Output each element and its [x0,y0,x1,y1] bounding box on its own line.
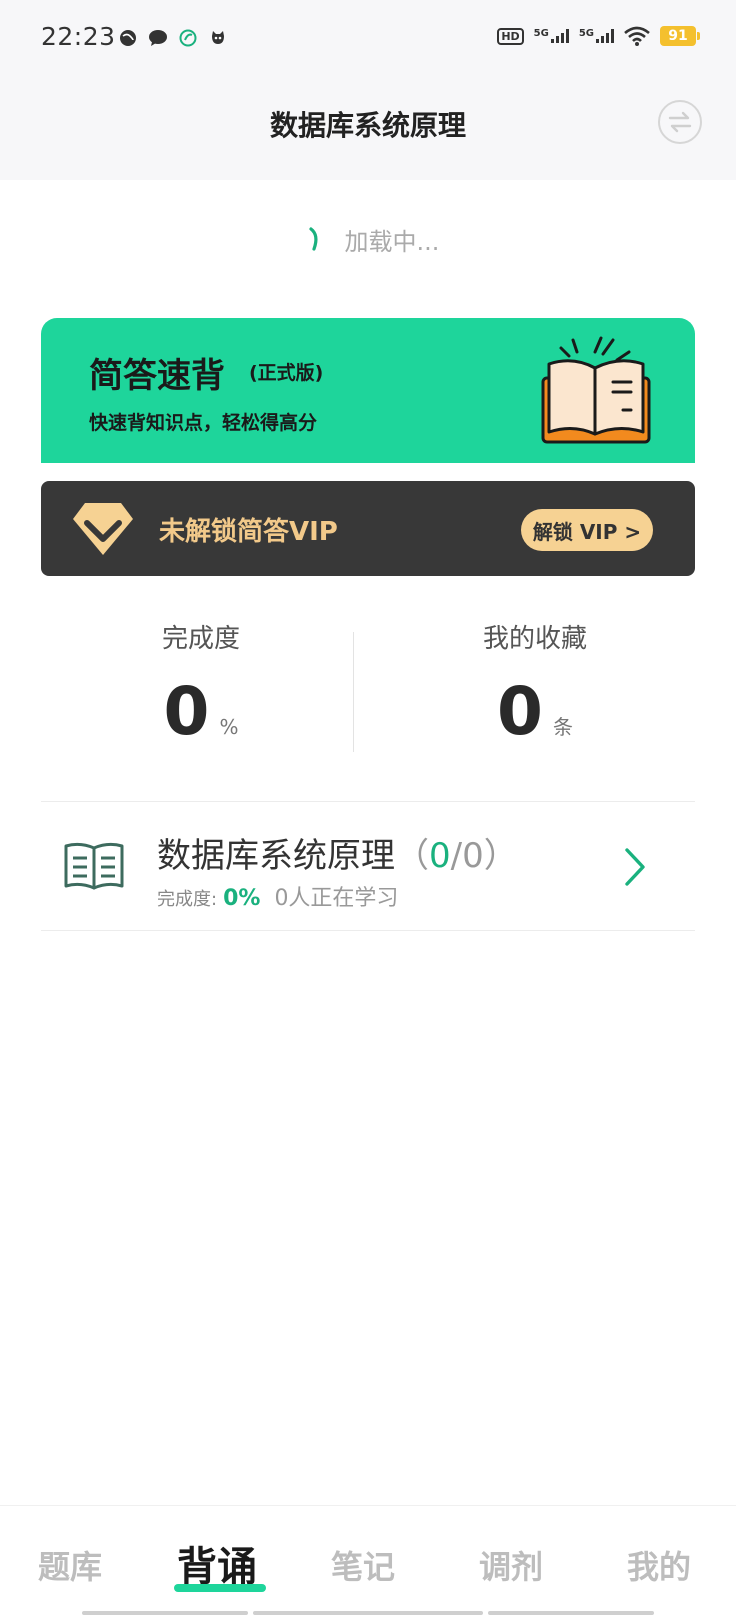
globe-icon [118,28,138,48]
favorites-unit: 条 [552,715,573,739]
signal-bars-icon [550,29,569,43]
promo-subtitle: 快速背知识点，轻松得高分 [89,412,318,434]
chat-icon [148,28,168,48]
promo-badge: (正式版) [249,362,324,384]
switch-subject-button[interactable] [658,100,702,144]
loading-text: 加载中... [344,228,440,256]
course-count-done: 0 [429,836,451,876]
home-indicator [82,1611,248,1615]
stats-divider [353,632,354,752]
open-book-icon [541,336,651,444]
tab-adjustment[interactable]: 调剂 [479,1542,543,1588]
favorites-stat[interactable]: 我的收藏 0 条 [375,618,695,745]
cat-icon [208,28,228,48]
vip-status-text: 未解锁简答VIP [159,517,338,547]
signal-2: 5G [579,29,614,43]
course-count: （0/0） [395,836,518,876]
spinner-icon [308,226,318,251]
unlock-vip-button[interactable]: 解锁 VIP > [521,509,653,551]
completion-label: 完成度 [161,624,240,654]
swap-icon [668,111,692,133]
home-indicator [488,1611,654,1615]
loading-indicator: 加载中... [0,222,736,257]
course-name: 数据库系统原理 [157,836,395,876]
tab-notes[interactable]: 笔记 [331,1542,395,1588]
progress-value: 0% [223,886,261,911]
diamond-icon [73,503,133,555]
course-title: 数据库系统原理（0/0） [157,828,518,877]
leaf-icon [178,28,198,48]
course-list-item[interactable]: 数据库系统原理（0/0） 完成度: 0% 0人正在学习 [41,802,695,930]
completion-unit: % [219,715,239,739]
page-title: 数据库系统原理 [269,109,466,142]
active-tab-indicator [174,1584,266,1592]
quick-recite-banner[interactable]: 简答速背 (正式版) 快速背知识点，轻松得高分 [41,318,695,463]
course-meta: 完成度: 0% 0人正在学习 [157,880,398,912]
status-time: 22:23 [41,22,116,51]
battery-indicator: 91 [660,26,700,46]
tab-mine[interactable]: 我的 [627,1542,691,1588]
chevron-right-icon [625,848,645,886]
status-bar: 22:23 HD 5G 5G 91 [0,0,736,80]
stats-panel: 完成度 0 % 我的收藏 0 条 [41,618,695,763]
status-notification-icons [118,28,228,48]
favorites-value: 0 [497,673,543,750]
hd-indicator: HD [497,27,524,45]
completion-value: 0 [163,673,210,750]
tab-question-bank[interactable]: 题库 [38,1542,102,1588]
network-type-2: 5G [578,28,594,39]
signal-bars-icon [596,29,614,43]
signal-1: 5G [534,29,569,43]
vip-unlock-bar[interactable]: 未解锁简答VIP 解锁 VIP > [41,481,695,576]
wifi-icon [624,26,650,46]
completion-stat: 完成度 0 % [41,618,361,745]
divider [41,930,695,931]
promo-title: 简答速背 [89,356,225,396]
learners-count: 0人正在学习 [274,886,399,911]
favorites-label: 我的收藏 [482,624,587,654]
top-bar: 数据库系统原理 [0,80,736,180]
home-indicator [253,1611,483,1615]
bottom-tab-bar: 题库 背诵 笔记 调剂 我的 [0,1505,736,1620]
network-type-1: 5G [533,28,549,39]
status-system-icons: HD 5G 5G 91 [497,26,700,46]
progress-label: 完成度: [157,889,218,910]
book-icon [64,842,124,890]
